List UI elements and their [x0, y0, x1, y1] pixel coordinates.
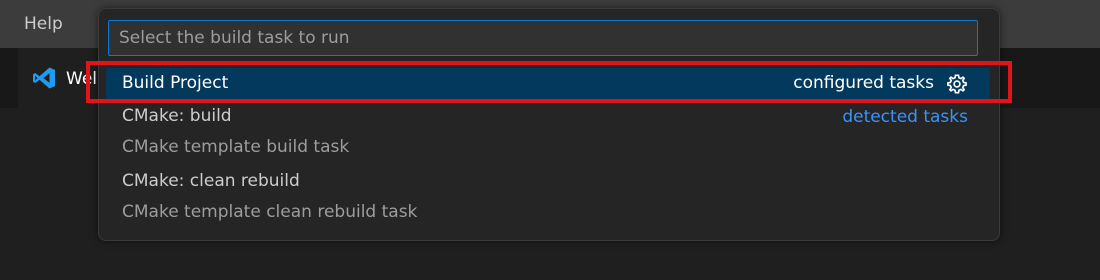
- quick-pick-item-label: Build Project: [122, 73, 229, 93]
- quick-pick-item-description: CMake template clean rebuild task: [122, 202, 418, 222]
- quick-pick-input[interactable]: [108, 20, 978, 56]
- quick-pick-item-description: CMake template build task: [122, 137, 350, 157]
- quick-pick-item-label: CMake: clean rebuild: [122, 171, 300, 191]
- quick-pick-item-build-project[interactable]: Build Project configured tasks: [106, 68, 990, 100]
- tab-label: Wel: [66, 69, 97, 89]
- vscode-logo-icon: [33, 67, 55, 89]
- gear-icon[interactable]: [946, 73, 968, 95]
- menu-item-help[interactable]: Help: [24, 14, 63, 34]
- quick-pick-item-detail: configured tasks: [793, 73, 934, 93]
- quick-pick-item-detail: detected tasks: [842, 107, 968, 127]
- quick-pick-item-cmake-clean-rebuild[interactable]: CMake: clean rebuild CMake template clea…: [106, 170, 990, 228]
- quick-pick-item-label: CMake: build: [122, 106, 232, 126]
- quick-pick-item-cmake-build[interactable]: CMake: build detected tasks CMake templa…: [106, 105, 990, 163]
- quick-pick-panel: Build Project configured tasks CMake: bu…: [98, 8, 1000, 241]
